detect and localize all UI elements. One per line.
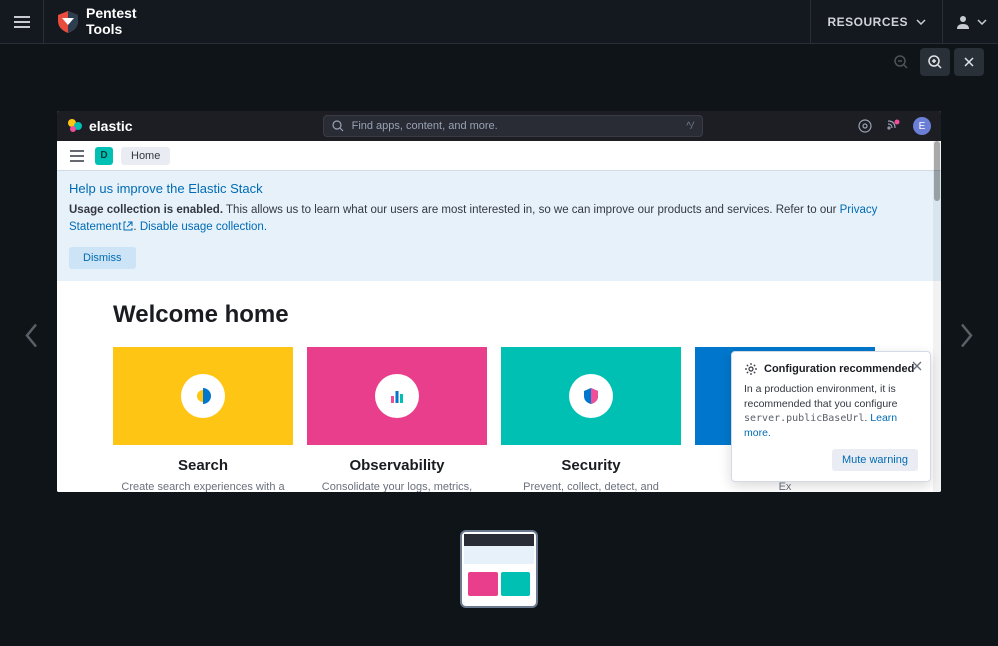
card-observability[interactable]: Observability Consolidate your logs, met… bbox=[307, 347, 487, 493]
notice-title[interactable]: Help us improve the Elastic Stack bbox=[69, 181, 929, 196]
hamburger-icon bbox=[70, 150, 84, 162]
resources-button[interactable]: RESOURCES bbox=[810, 0, 942, 43]
toast-close-button[interactable] bbox=[912, 360, 922, 374]
dismiss-button[interactable]: Dismiss bbox=[69, 247, 136, 269]
shield-icon bbox=[58, 11, 78, 33]
chevron-down-icon bbox=[977, 19, 987, 25]
security-icon bbox=[581, 386, 601, 406]
resources-label: RESOURCES bbox=[827, 15, 908, 29]
elastic-logo-icon bbox=[67, 118, 83, 134]
card-icon-circle bbox=[569, 374, 613, 418]
card-hero bbox=[113, 347, 293, 445]
card-icon-circle bbox=[181, 374, 225, 418]
card-icon-circle bbox=[375, 374, 419, 418]
scrollbar-thumb[interactable] bbox=[934, 141, 940, 201]
breadcrumb-home[interactable]: Home bbox=[121, 147, 170, 165]
brand[interactable]: Pentest Tools bbox=[44, 6, 137, 37]
thumbnail[interactable] bbox=[460, 530, 538, 608]
toast-heading: Configuration recommended bbox=[744, 362, 918, 376]
elastic-logo-text: elastic bbox=[89, 118, 133, 134]
thumbnail-preview bbox=[464, 534, 534, 604]
next-button[interactable] bbox=[958, 321, 976, 356]
elastic-subheader: D Home bbox=[57, 141, 941, 171]
nav-left: Pentest Tools bbox=[0, 0, 137, 43]
toast-body: In a production environment, it is recom… bbox=[744, 382, 918, 441]
elastic-logo[interactable]: elastic bbox=[67, 118, 133, 134]
newsfeed-icon[interactable] bbox=[885, 118, 901, 134]
nav-right: RESOURCES bbox=[810, 0, 998, 43]
help-icon[interactable] bbox=[857, 118, 873, 134]
search-icon bbox=[332, 120, 344, 132]
gear-icon bbox=[744, 362, 758, 376]
user-menu[interactable] bbox=[942, 0, 998, 43]
card-security[interactable]: Security Prevent, collect, detect, and r… bbox=[501, 347, 681, 493]
deployment-badge[interactable]: D bbox=[95, 147, 113, 165]
user-avatar[interactable]: E bbox=[913, 117, 931, 135]
card-desc: Consolidate your logs, metrics, applicat… bbox=[313, 480, 481, 493]
card-desc: Create search experiences with a refined… bbox=[119, 480, 287, 493]
config-key: server.publicBaseUrl bbox=[744, 413, 864, 424]
search-placeholder: Find apps, content, and more. bbox=[352, 120, 498, 132]
card-hero bbox=[307, 347, 487, 445]
disable-collection-link[interactable]: Disable usage collection. bbox=[140, 221, 267, 233]
chevron-down-icon bbox=[916, 19, 926, 25]
page-title: Welcome home bbox=[113, 301, 885, 329]
card-desc: Prevent, collect, detect, and respond to… bbox=[507, 480, 675, 493]
scrollbar-track[interactable] bbox=[933, 141, 941, 492]
external-link-icon bbox=[123, 221, 133, 231]
observability-icon bbox=[387, 386, 407, 406]
image-viewer: elastic Find apps, content, and more. ^/… bbox=[0, 44, 998, 646]
menu-button[interactable] bbox=[0, 0, 44, 44]
card-title: Security bbox=[507, 457, 675, 474]
close-icon bbox=[912, 361, 922, 371]
config-toast: Configuration recommended In a productio… bbox=[731, 351, 931, 482]
chevron-left-icon bbox=[22, 321, 40, 351]
thumbnail-strip bbox=[460, 530, 538, 608]
chevron-right-icon bbox=[958, 321, 976, 351]
elastic-header-right: E bbox=[857, 117, 931, 135]
card-hero bbox=[501, 347, 681, 445]
brand-text: Pentest Tools bbox=[86, 6, 137, 37]
screenshot-frame: elastic Find apps, content, and more. ^/… bbox=[57, 111, 941, 492]
elastic-search-box[interactable]: Find apps, content, and more. ^/ bbox=[323, 115, 703, 137]
top-nav: Pentest Tools RESOURCES bbox=[0, 0, 998, 44]
user-icon bbox=[955, 14, 971, 30]
notice-strong: Usage collection is enabled. bbox=[69, 204, 223, 216]
notice-body: Usage collection is enabled. This allows… bbox=[69, 202, 929, 237]
card-title: Search bbox=[119, 457, 287, 474]
sub-menu-button[interactable] bbox=[67, 146, 87, 166]
prev-button[interactable] bbox=[22, 321, 40, 356]
search-solution-icon bbox=[192, 385, 214, 407]
hamburger-icon bbox=[14, 16, 30, 28]
card-search[interactable]: Search Create search experiences with a … bbox=[113, 347, 293, 493]
search-shortcut: ^/ bbox=[686, 121, 693, 132]
card-title: Observability bbox=[313, 457, 481, 474]
elastic-header: elastic Find apps, content, and more. ^/… bbox=[57, 111, 941, 141]
mute-warning-button[interactable]: Mute warning bbox=[832, 449, 918, 471]
notice-text: This allows us to learn what our users a… bbox=[223, 204, 840, 216]
notice-banner: Help us improve the Elastic Stack Usage … bbox=[57, 171, 941, 281]
